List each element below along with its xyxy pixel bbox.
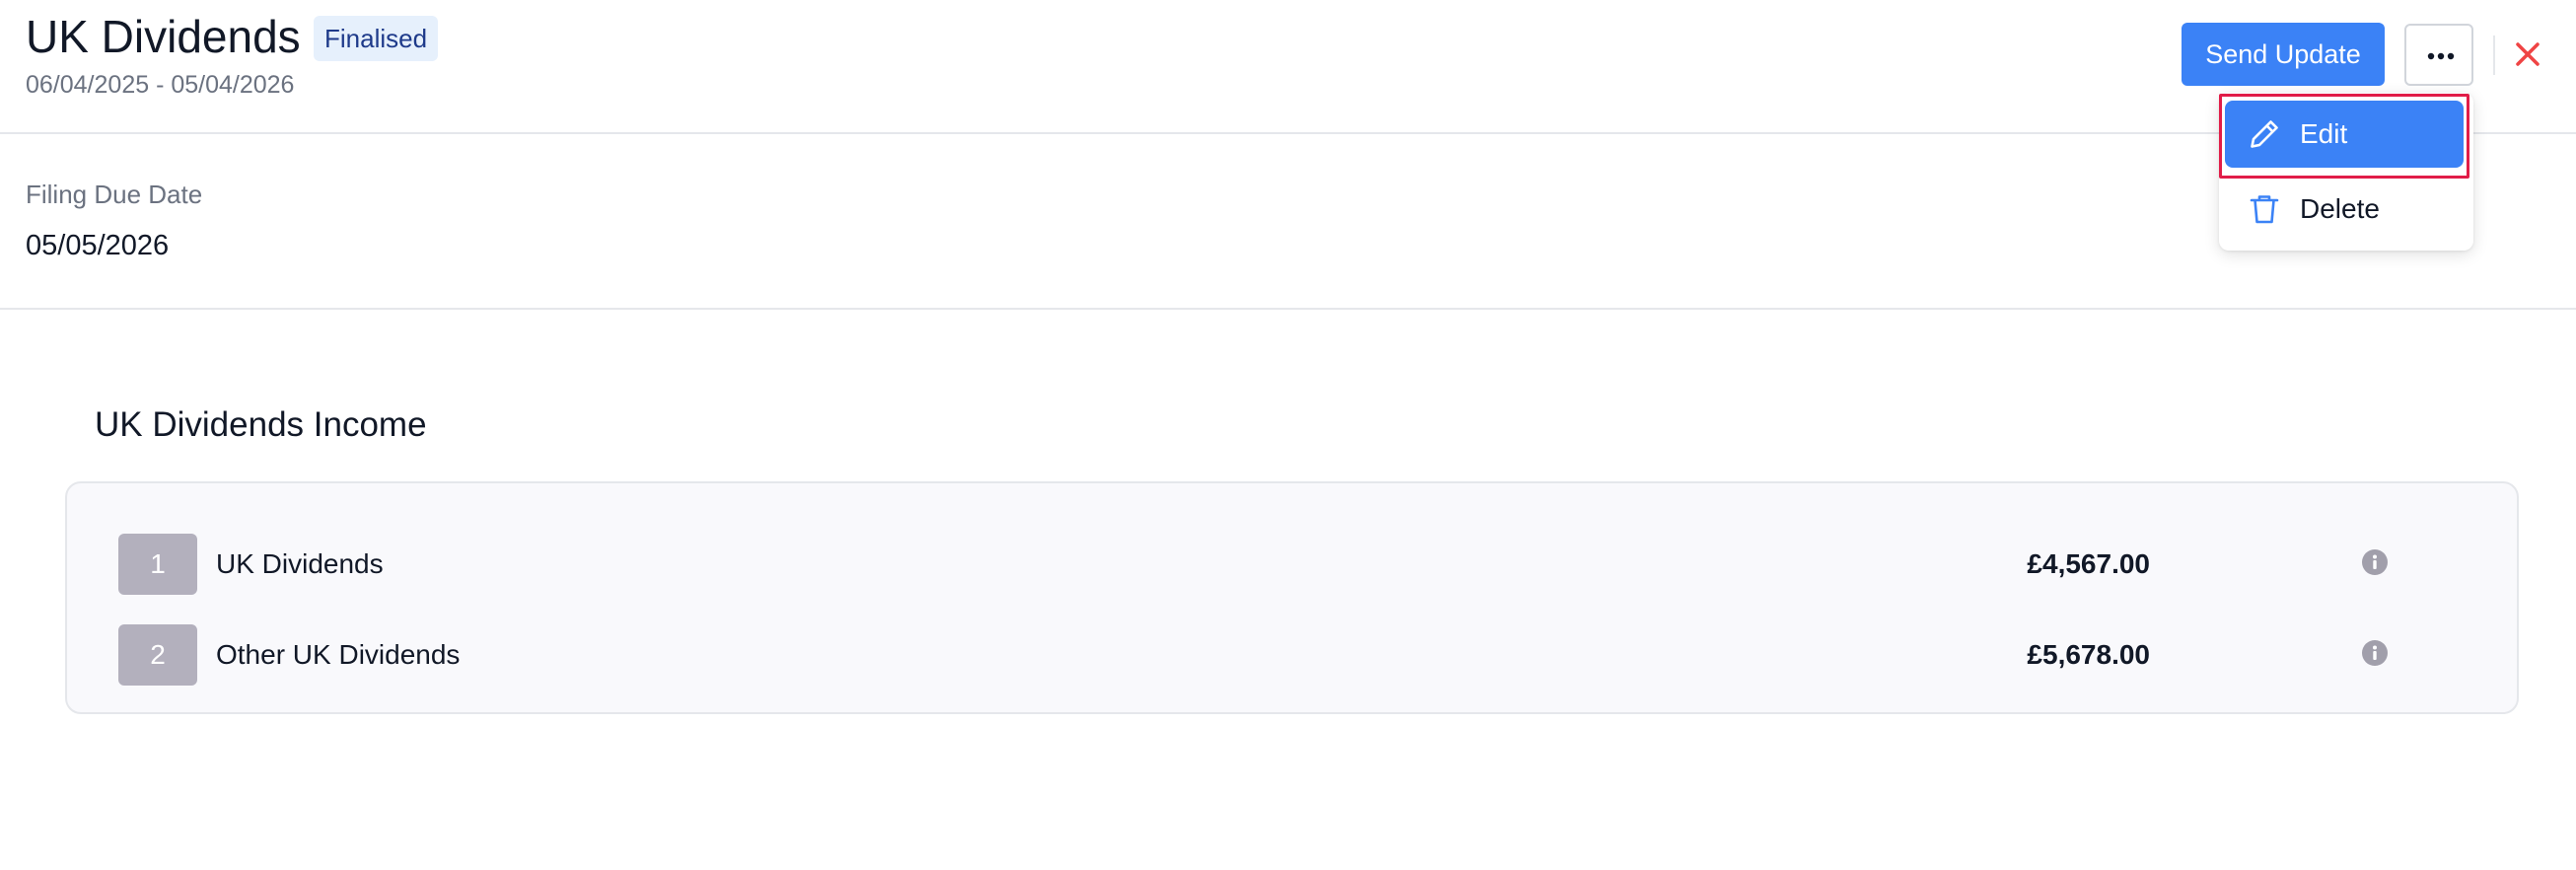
income-row: 1 UK Dividends £4,567.00	[67, 534, 2517, 595]
income-row-amount: £4,567.00	[2027, 548, 2150, 579]
status-badge: Finalised	[314, 16, 439, 61]
info-icon[interactable]	[2361, 548, 2389, 576]
header-divider	[2493, 36, 2495, 75]
income-row-amount: £5,678.00	[2027, 639, 2150, 670]
income-section-title: UK Dividends Income	[95, 405, 427, 444]
filing-due-section: Filing Due Date 05/05/2026	[0, 134, 2576, 310]
menu-item-edit[interactable]: Edit	[2225, 101, 2464, 168]
income-row-label: Other UK Dividends	[216, 639, 461, 670]
page-title: UK Dividends	[26, 11, 301, 62]
pencil-icon	[2251, 120, 2278, 148]
filing-due-label: Filing Due Date	[26, 180, 203, 209]
menu-item-delete[interactable]: Delete	[2225, 176, 2464, 241]
info-icon[interactable]	[2361, 639, 2389, 667]
row-number-badge: 1	[118, 534, 197, 595]
income-card: 1 UK Dividends £4,567.00 2 Other UK Divi…	[65, 481, 2519, 714]
menu-item-label: Delete	[2300, 193, 2380, 224]
date-range: 06/04/2025 - 05/04/2026	[26, 71, 295, 99]
close-icon	[2516, 42, 2540, 66]
page-header: UK Dividends Finalised 06/04/2025 - 05/0…	[0, 0, 2576, 134]
menu-item-label: Edit	[2300, 118, 2348, 149]
filing-due-value: 05/05/2026	[26, 230, 170, 261]
income-row-label: UK Dividends	[216, 548, 384, 579]
send-update-button[interactable]: Send Update	[2182, 23, 2385, 86]
trash-icon	[2250, 195, 2279, 224]
row-number-badge: 2	[118, 624, 197, 686]
close-button[interactable]	[2513, 39, 2542, 69]
more-horizontal-icon	[2427, 52, 2455, 60]
income-row: 2 Other UK Dividends £5,678.00	[67, 624, 2517, 686]
more-actions-button[interactable]	[2404, 24, 2473, 86]
